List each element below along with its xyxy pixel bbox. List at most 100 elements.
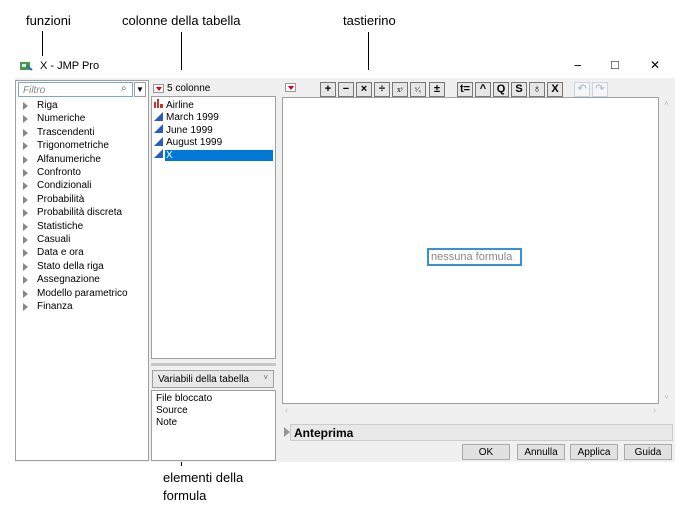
expand-icon — [23, 209, 28, 218]
plus-minus-button[interactable]: ± — [429, 82, 445, 97]
function-category[interactable]: Assegnazione — [15, 274, 145, 287]
function-category[interactable]: Riga — [15, 100, 145, 113]
undo-button[interactable]: ↶ — [574, 82, 590, 97]
columns-header: 5 colonne — [167, 83, 211, 94]
function-category[interactable]: Trigonometriche — [15, 140, 145, 153]
power-button[interactable]: xʸ — [392, 82, 408, 97]
function-category-label: Condizionali — [37, 180, 92, 192]
column-name: Airline — [166, 99, 194, 111]
expand-icon — [23, 142, 28, 151]
peel-button[interactable]: ♁ — [529, 82, 545, 97]
function-category[interactable]: Casuali — [15, 234, 145, 247]
root-button[interactable]: ʸ⁄ₓ — [410, 82, 426, 97]
elements-dropdown[interactable]: Variabili della tabella ˅ — [152, 370, 274, 388]
elements-dropdown-label: Variabili della tabella — [158, 374, 249, 385]
function-category-label: Assegnazione — [37, 274, 100, 286]
callout-columns: colonne della tabella — [122, 13, 241, 28]
formula-element-item[interactable]: Note — [156, 417, 177, 428]
editor-menu-icon[interactable] — [285, 83, 296, 92]
s-tool-button[interactable]: S — [511, 82, 527, 97]
columns-list: Airline March 1999 June 1999 August 1999 X — [151, 96, 276, 359]
vertical-scrollbar[interactable]: ˄ ˅ — [660, 97, 673, 404]
q-tool-button[interactable]: Q — [493, 82, 509, 97]
expand-icon — [23, 249, 28, 258]
minus-button[interactable]: − — [338, 82, 354, 97]
continuous-icon — [154, 136, 163, 146]
multiply-button[interactable]: × — [356, 82, 372, 97]
function-category-label: Probabilità — [37, 193, 85, 205]
expand-icon — [23, 182, 28, 191]
function-category[interactable]: Confronto — [15, 167, 145, 180]
close-button[interactable]: ✕ — [650, 58, 660, 72]
search-icon: ⌕ — [121, 83, 127, 94]
nominal-icon — [154, 99, 163, 108]
continuous-icon — [154, 124, 163, 134]
formula-element-item[interactable]: Source — [156, 405, 188, 416]
maximize-button[interactable]: □ — [611, 57, 619, 72]
filter-dropdown-button[interactable]: ▼ — [134, 82, 146, 97]
expand-icon — [23, 169, 28, 177]
function-category[interactable]: Finanza — [15, 301, 145, 314]
function-category[interactable]: Numeriche — [15, 113, 145, 126]
ok-button[interactable]: OK — [462, 444, 510, 460]
minimize-button[interactable]: − — [574, 58, 582, 73]
columns-menu-icon[interactable] — [153, 84, 164, 93]
function-category-label: Riga — [37, 100, 58, 111]
function-category-label: Stato della riga — [37, 260, 104, 272]
function-category[interactable]: Stato della riga — [15, 261, 145, 274]
caret-button[interactable]: ^ — [475, 82, 491, 97]
function-category[interactable]: Probabilità — [15, 194, 145, 207]
callout-formula-elements: elementi della — [163, 470, 244, 485]
callout-line — [42, 31, 43, 56]
function-category-label: Casuali — [37, 234, 71, 245]
elements-list: File bloccato Source Note — [151, 390, 276, 461]
column-item[interactable]: Airline — [154, 99, 273, 111]
column-name: March 1999 — [166, 112, 219, 124]
function-category-label: Confronto — [37, 167, 81, 178]
window-title: X - JMP Pro — [40, 60, 100, 72]
splitter[interactable] — [151, 363, 276, 366]
function-category-label: Modello parametrico — [37, 287, 128, 299]
expand-icon — [23, 236, 28, 244]
function-category-label: Data e ora — [37, 247, 84, 259]
callout-line — [368, 32, 369, 70]
column-item[interactable]: August 1999 — [154, 136, 273, 149]
function-category[interactable]: Trascendenti — [15, 127, 145, 140]
function-category[interactable]: Alfanumeriche — [15, 154, 145, 167]
function-category[interactable]: Probabilità discreta — [15, 207, 145, 220]
divide-button[interactable]: ÷ — [374, 82, 390, 97]
expand-icon — [23, 155, 28, 164]
function-category-label: Trigonometriche — [37, 140, 109, 152]
column-item[interactable]: X — [154, 149, 273, 161]
cancel-button[interactable]: Annulla — [517, 444, 565, 460]
formula-placeholder[interactable]: nessuna formula — [427, 248, 522, 266]
function-category[interactable]: Statistiche — [15, 221, 145, 234]
horizontal-scrollbar[interactable]: ‹ › — [282, 405, 659, 417]
function-category[interactable]: Data e ora — [15, 247, 145, 260]
callout-functions: funzioni — [26, 13, 71, 28]
callout-keypad: tastierino — [343, 13, 396, 28]
function-category-label: Trascendenti — [37, 126, 95, 138]
function-category-label: Finanza — [37, 301, 73, 312]
column-item[interactable]: June 1999 — [154, 124, 273, 136]
functions-list: Riga Numeriche Trascendenti Trigonometriche… — [15, 100, 149, 320]
continuous-icon — [154, 149, 163, 159]
delete-button[interactable]: X — [547, 82, 563, 97]
formula-element-item[interactable]: File bloccato — [156, 393, 212, 404]
filter-input[interactable]: Filtro — [18, 82, 133, 97]
help-button[interactable]: Guida — [624, 444, 672, 460]
column-item[interactable]: March 1999 — [154, 111, 273, 124]
function-category[interactable]: Condizionali — [15, 180, 145, 193]
redo-button[interactable]: ↷ — [592, 82, 608, 97]
expand-icon — [23, 303, 28, 311]
function-category-label: Statistiche — [37, 220, 84, 232]
apply-button[interactable]: Applica — [570, 444, 618, 460]
continuous-icon — [154, 111, 163, 121]
expand-icon — [23, 102, 28, 110]
expand-icon — [23, 115, 28, 124]
function-category-label: Alfanumeriche — [37, 153, 101, 165]
preview-header[interactable]: Anteprima — [290, 424, 673, 441]
plus-button[interactable]: + — [320, 82, 336, 97]
function-category[interactable]: Modello parametrico — [15, 288, 145, 301]
assign-button[interactable]: t= — [457, 82, 473, 97]
